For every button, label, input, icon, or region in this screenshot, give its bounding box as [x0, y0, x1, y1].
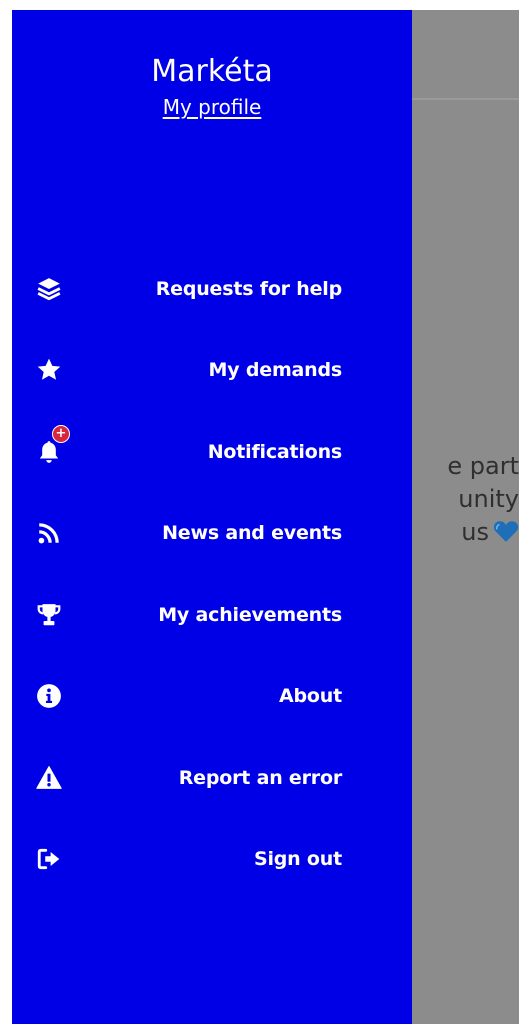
info-icon: [34, 681, 64, 711]
warning-icon: [34, 763, 64, 793]
background-text-line: unity: [458, 485, 519, 513]
sign-out-icon: [34, 844, 64, 874]
background-text-line: e part: [447, 452, 519, 480]
background-divider: [412, 98, 519, 100]
menu-item-report-an-error[interactable]: Report an error: [12, 737, 412, 819]
background-text: e part unity us: [399, 450, 519, 549]
menu-item-notifications[interactable]: + Notifications: [12, 411, 412, 493]
drawer-header: Markéta My profile: [12, 54, 412, 120]
menu-item-my-achievements[interactable]: My achievements: [12, 574, 412, 656]
menu-item-my-demands[interactable]: My demands: [12, 330, 412, 412]
menu-item-label: Notifications: [207, 440, 342, 463]
menu-item-label: My achievements: [158, 603, 342, 626]
screen: e part unity us Markéta My profile Reque…: [12, 10, 519, 1024]
menu-item-label: My demands: [208, 359, 343, 382]
my-profile-link[interactable]: My profile: [163, 94, 262, 120]
menu-item-about[interactable]: About: [12, 656, 412, 738]
trophy-icon: [34, 600, 64, 630]
drawer-menu: Requests for help My demands + Notificat…: [12, 248, 412, 900]
menu-item-sign-out[interactable]: Sign out: [12, 819, 412, 901]
menu-item-requests-for-help[interactable]: Requests for help: [12, 248, 412, 330]
menu-item-label: News and events: [162, 522, 342, 545]
layers-icon: [34, 274, 64, 304]
menu-item-news-and-events[interactable]: News and events: [12, 493, 412, 575]
blue-heart-icon: [493, 521, 519, 542]
user-name: Markéta: [151, 54, 273, 89]
menu-item-label: Report an error: [178, 766, 342, 789]
notification-badge: +: [52, 425, 70, 443]
menu-item-label: About: [279, 685, 342, 708]
menu-item-label: Sign out: [253, 848, 342, 871]
navigation-drawer: Markéta My profile Requests for help My …: [12, 10, 412, 1024]
menu-item-label: Requests for help: [155, 277, 342, 300]
rss-icon: [34, 518, 64, 548]
star-icon: [34, 355, 64, 385]
background-text-line: us: [399, 516, 519, 549]
